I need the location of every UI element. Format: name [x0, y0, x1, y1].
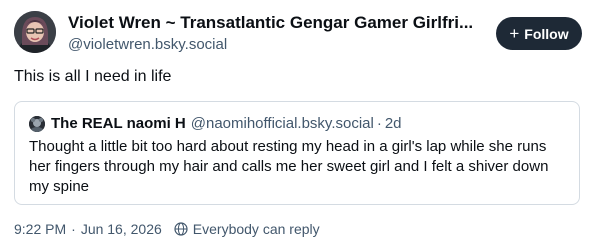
quoted-post-age[interactable]: 2d [385, 114, 402, 134]
reply-setting[interactable]: Everybody can reply [174, 221, 320, 237]
post-text: This is all I need in life [14, 68, 172, 85]
post-meta: 9:22 PM · Jun 16, 2026 Everybody can rep… [14, 221, 320, 237]
post-card: Violet Wren ~ Transatlantic Gengar Gamer… [0, 0, 600, 252]
author-avatar[interactable] [14, 11, 56, 53]
post-time[interactable]: 9:22 PM [14, 221, 66, 237]
quoted-post-header: The REAL naomi H @naomihofficial.bsky.so… [29, 114, 402, 134]
author-handle[interactable]: @violetwren.bsky.social [68, 35, 227, 55]
quoted-post-text: Thought a little bit too hard about rest… [29, 138, 549, 195]
quoted-post[interactable]: The REAL naomi H @naomihofficial.bsky.so… [14, 101, 580, 205]
quoted-author-avatar[interactable] [29, 116, 45, 132]
quoted-author-name[interactable]: The REAL naomi H [51, 114, 186, 134]
reply-setting-label: Everybody can reply [192, 221, 320, 237]
globe-icon [174, 222, 188, 236]
follow-button-label: Follow [524, 25, 569, 42]
author-display-name[interactable]: Violet Wren ~ Transatlantic Gengar Gamer… [68, 12, 478, 34]
quoted-avatar-image [29, 116, 45, 132]
plus-icon: + [509, 24, 520, 43]
avatar-image [14, 11, 56, 53]
post-date[interactable]: Jun 16, 2026 [81, 221, 162, 237]
meta-separator: · [71, 221, 76, 237]
quoted-author-handle[interactable]: @naomihofficial.bsky.social [191, 114, 374, 134]
quoted-separator: · [376, 115, 382, 132]
follow-button[interactable]: + Follow [496, 17, 582, 50]
